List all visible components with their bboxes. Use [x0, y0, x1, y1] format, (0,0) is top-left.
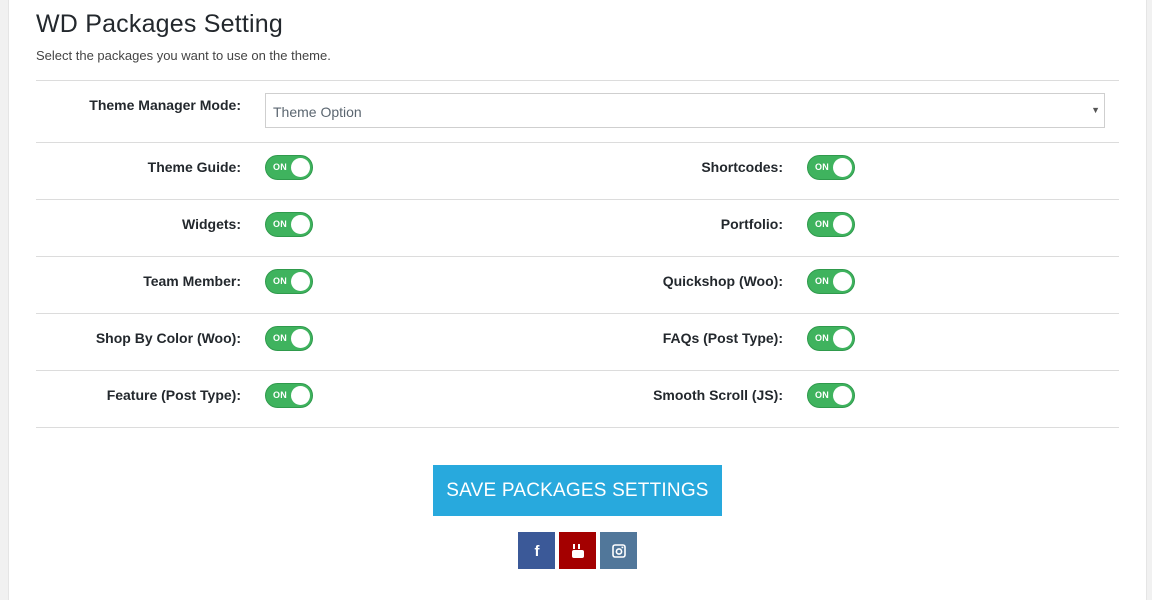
toggle-knob: [291, 329, 310, 348]
widgets-label: Widgets:: [182, 216, 241, 232]
toggle-knob: [833, 158, 852, 177]
toggle-knob: [833, 386, 852, 405]
team-member-label: Team Member:: [143, 273, 241, 289]
toggle-on-text: ON: [815, 276, 829, 286]
divider: [36, 427, 1119, 428]
shortcodes-label: Shortcodes:: [701, 159, 783, 175]
divider: [36, 142, 1119, 143]
toggle-knob: [291, 386, 310, 405]
portfolio-label: Portfolio:: [720, 216, 783, 232]
instagram-link[interactable]: [600, 532, 637, 569]
toggle-knob: [833, 215, 852, 234]
divider: [36, 199, 1119, 200]
team-member-toggle[interactable]: ON: [265, 269, 313, 294]
shop-by-color-label: Shop By Color (Woo):: [95, 330, 241, 346]
youtube-icon: [571, 543, 584, 558]
faqs-label: FAQs (Post Type):: [662, 330, 783, 346]
theme-manager-mode-label: Theme Manager Mode:: [89, 97, 241, 113]
divider: [36, 80, 1119, 81]
toggle-on-text: ON: [273, 276, 287, 286]
shop-by-color-toggle[interactable]: ON: [265, 326, 313, 351]
smooth-scroll-toggle[interactable]: ON: [807, 383, 855, 408]
svg-text:f: f: [534, 543, 540, 559]
toggle-knob: [291, 215, 310, 234]
page-subtitle: Select the packages you want to use on t…: [36, 48, 331, 63]
quickshop-label: Quickshop (Woo):: [662, 273, 783, 289]
smooth-scroll-label: Smooth Scroll (JS):: [653, 387, 783, 403]
chevron-down-icon: ▼: [1091, 105, 1100, 115]
divider: [36, 313, 1119, 314]
divider: [36, 370, 1119, 371]
toggle-on-text: ON: [815, 333, 829, 343]
facebook-link[interactable]: f: [518, 532, 555, 569]
instagram-icon: [611, 543, 626, 558]
toggle-knob: [833, 272, 852, 291]
widgets-toggle[interactable]: ON: [265, 212, 313, 237]
settings-panel: WD Packages Setting Select the packages …: [8, 0, 1147, 600]
toggle-on-text: ON: [273, 219, 287, 229]
toggle-on-text: ON: [815, 219, 829, 229]
portfolio-toggle[interactable]: ON: [807, 212, 855, 237]
quickshop-toggle[interactable]: ON: [807, 269, 855, 294]
toggle-knob: [291, 158, 310, 177]
feature-label: Feature (Post Type):: [106, 387, 241, 403]
toggle-on-text: ON: [273, 162, 287, 172]
theme-guide-label: Theme Guide:: [147, 159, 241, 175]
shortcodes-toggle[interactable]: ON: [807, 155, 855, 180]
theme-guide-toggle[interactable]: ON: [265, 155, 313, 180]
toggle-knob: [833, 329, 852, 348]
facebook-icon: f: [534, 543, 540, 559]
toggle-on-text: ON: [815, 390, 829, 400]
theme-manager-mode-value: Theme Option: [273, 104, 362, 120]
youtube-link[interactable]: [559, 532, 596, 569]
feature-toggle[interactable]: ON: [265, 383, 313, 408]
toggle-on-text: ON: [273, 333, 287, 343]
faqs-toggle[interactable]: ON: [807, 326, 855, 351]
divider: [36, 256, 1119, 257]
toggle-on-text: ON: [273, 390, 287, 400]
page-title: WD Packages Setting: [36, 10, 283, 38]
toggle-knob: [291, 272, 310, 291]
theme-manager-mode-select[interactable]: Theme Option ▼: [265, 93, 1105, 128]
save-packages-settings-button[interactable]: SAVE PACKAGES SETTINGS: [433, 465, 722, 516]
toggle-on-text: ON: [815, 162, 829, 172]
